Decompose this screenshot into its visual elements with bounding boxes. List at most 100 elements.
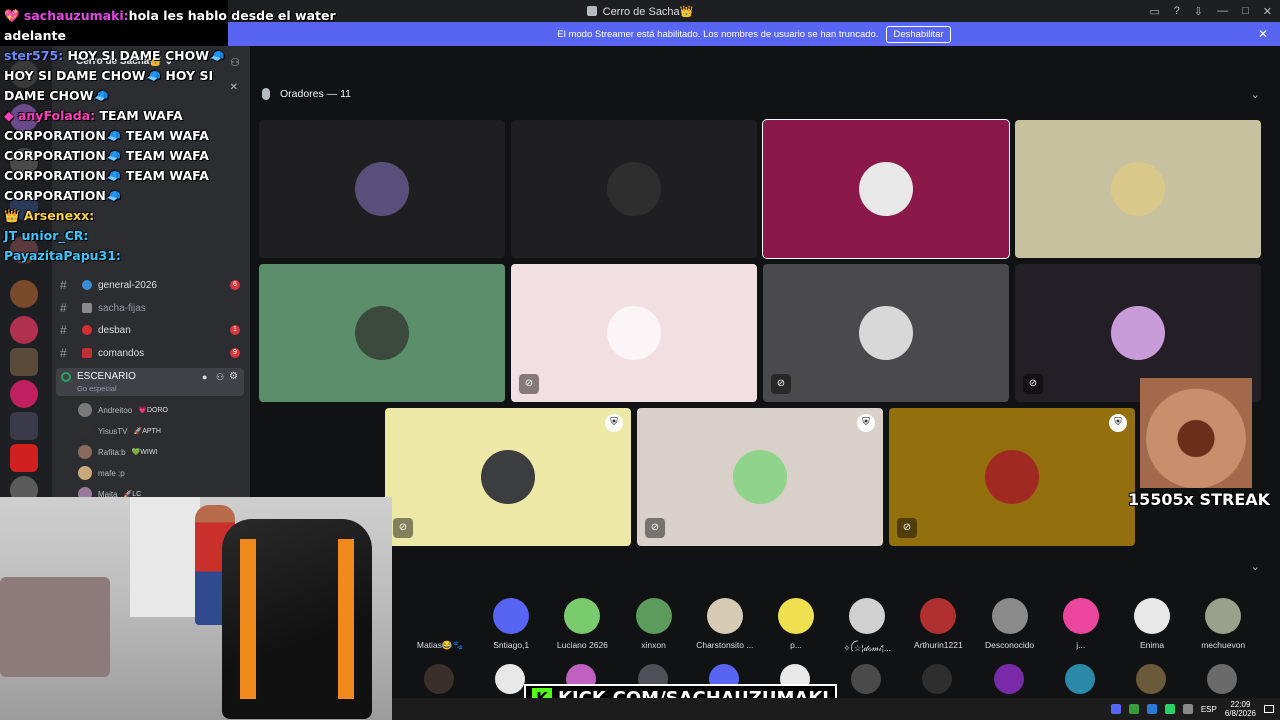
chat-message: CORPORATION🧢 TEAM WAFA	[4, 126, 209, 146]
member-name: Rafita:b	[98, 447, 126, 457]
audience-name: j...	[1076, 640, 1086, 650]
avatar	[493, 598, 530, 634]
language-indicator[interactable]: ESP	[1201, 705, 1217, 714]
speaker-tile[interactable]: ⊘ ⛨	[889, 408, 1135, 546]
muted-mic-icon: ⊘	[1023, 374, 1043, 394]
avatar	[422, 598, 458, 634]
chat-message: JT unior_CR:	[4, 226, 88, 246]
channel-desban[interactable]: # desban 1	[60, 321, 242, 339]
app-tray-icon[interactable]	[1182, 704, 1193, 714]
audience-name: Sntiago,1	[493, 640, 530, 650]
audience-member[interactable]: p...	[756, 598, 836, 650]
audience-member[interactable]: mechuevon	[1183, 598, 1263, 650]
avatar[interactable]	[993, 664, 1024, 694]
chat-text: hola les hablo desde el water	[128, 8, 336, 23]
disable-streamer-mode-button[interactable]: Deshabilitar	[886, 25, 951, 43]
audience-name: xinxon	[641, 640, 666, 650]
server-icon[interactable]	[10, 348, 38, 376]
speaker-tile[interactable]: ⊘ ⛨	[385, 408, 631, 546]
server-icon[interactable]	[10, 380, 38, 408]
avatar	[78, 424, 92, 438]
audience-member[interactable]: Matias😂🐾	[400, 598, 480, 651]
avatar[interactable]	[851, 664, 882, 694]
window-title-text: Cerro de Sacha👑	[602, 5, 694, 18]
audience-member[interactable]: j...	[1041, 598, 1121, 650]
microphone-icon	[262, 88, 270, 100]
chat-text: CORPORATION🧢	[4, 188, 122, 203]
channel-label: sacha-fijas	[98, 302, 146, 314]
audience-name: mechuevon	[1201, 640, 1246, 650]
stage-member[interactable]: mafe :p	[78, 465, 125, 481]
chat-text: CORPORATION🧢 TEAM WAFA	[4, 128, 209, 143]
speaker-tile[interactable]: ⊘	[763, 264, 1009, 402]
app-tray-icon[interactable]	[1164, 704, 1175, 714]
avatar	[1134, 598, 1170, 634]
stage-member[interactable]: Andreitoo 💗DORO	[78, 402, 168, 418]
notification-icon[interactable]	[1264, 705, 1274, 713]
hash-icon: #	[60, 346, 67, 360]
avatar[interactable]	[1064, 664, 1095, 694]
help-icon[interactable]: ?	[1174, 5, 1180, 17]
audience-name: Enima	[1139, 640, 1165, 650]
chevron-down-icon[interactable]: ⌄	[1251, 88, 1260, 101]
clock-date: 6/8/2026	[1224, 709, 1256, 718]
maximize-button[interactable]: □	[1242, 5, 1249, 17]
inbox-icon[interactable]: ▭	[1149, 5, 1159, 18]
audience-member[interactable]: Charstonsito ...	[685, 598, 765, 650]
avatar	[849, 598, 886, 634]
close-icon[interactable]: ✕	[230, 82, 238, 93]
close-window-button[interactable]: ✕	[1263, 5, 1272, 18]
hash-icon: #	[60, 323, 67, 337]
server-icon[interactable]	[10, 412, 38, 440]
avatar[interactable]	[1136, 664, 1166, 694]
speaker-tile[interactable]	[762, 119, 1010, 259]
speaker-tile[interactable]	[259, 264, 505, 402]
audience-member[interactable]: ✧ꪶ☆¦𝒹ℴ𝓂𝒾¦...	[827, 598, 907, 658]
speaker-tile[interactable]	[511, 120, 757, 258]
download-icon[interactable]: ⇩	[1194, 5, 1203, 18]
muted-mic-icon: ⊘	[771, 374, 791, 394]
mention-badge: 1	[230, 325, 240, 335]
book-icon	[82, 303, 92, 313]
audience-member[interactable]: Luciano 2626	[542, 598, 622, 650]
audience-member[interactable]: Enima	[1112, 598, 1192, 650]
server-icon[interactable]	[10, 316, 38, 344]
channel-comandos[interactable]: # comandos 9	[60, 344, 242, 362]
audience-member[interactable]: Sntiago,1	[471, 598, 551, 650]
stage-member[interactable]: Rafita:b 💚WIWI	[78, 444, 157, 460]
chat-username: 💖 sachauzumaki:	[4, 8, 129, 23]
app-tray-icon[interactable]	[1128, 704, 1139, 714]
audience-member[interactable]: xinxon	[614, 598, 694, 650]
channel-sacha-fijas[interactable]: # sacha-fijas	[60, 299, 242, 317]
speaker-tile[interactable]: ⊘	[511, 264, 757, 402]
avatar	[78, 466, 92, 480]
member-tag: 🚀APTH	[133, 428, 161, 435]
invite-icon[interactable]: ⚇	[216, 372, 224, 383]
chat-icon[interactable]: ●	[202, 372, 207, 382]
server-icon[interactable]	[10, 444, 38, 472]
speaker-tile[interactable]: ⊘ ⛨	[637, 408, 883, 546]
avatar[interactable]	[495, 664, 526, 694]
avatar[interactable]	[424, 664, 454, 694]
app-tray-icon[interactable]	[1110, 704, 1121, 714]
close-icon[interactable]: ✕	[1258, 27, 1268, 41]
avatar[interactable]	[1207, 664, 1238, 694]
clock[interactable]: 22:09 6/8/2026	[1225, 700, 1256, 718]
minimize-button[interactable]: —	[1217, 5, 1228, 17]
speaker-avatar	[985, 450, 1039, 504]
avatar	[706, 598, 743, 634]
mention-badge: 6	[230, 280, 240, 290]
app-tray-icon[interactable]	[1146, 704, 1157, 714]
add-user-icon[interactable]: ⚇	[230, 56, 240, 69]
audience-member[interactable]: Desconocido	[970, 598, 1050, 650]
audience-member[interactable]: Arthurin1221	[898, 598, 978, 650]
stage-member[interactable]: YisusTV 🚀APTH	[78, 423, 161, 439]
chevron-down-icon[interactable]: ⌄	[1251, 560, 1260, 573]
gear-icon[interactable]: ⚙	[229, 371, 238, 382]
speakers-label: Oradores — 11	[280, 88, 352, 100]
avatar	[920, 598, 957, 634]
chat-message: 👑 Arsenexx:	[4, 206, 94, 226]
speaker-tile[interactable]	[259, 120, 505, 258]
muted-mic-icon: ⊘	[393, 518, 413, 538]
speaker-tile[interactable]	[1015, 120, 1261, 258]
